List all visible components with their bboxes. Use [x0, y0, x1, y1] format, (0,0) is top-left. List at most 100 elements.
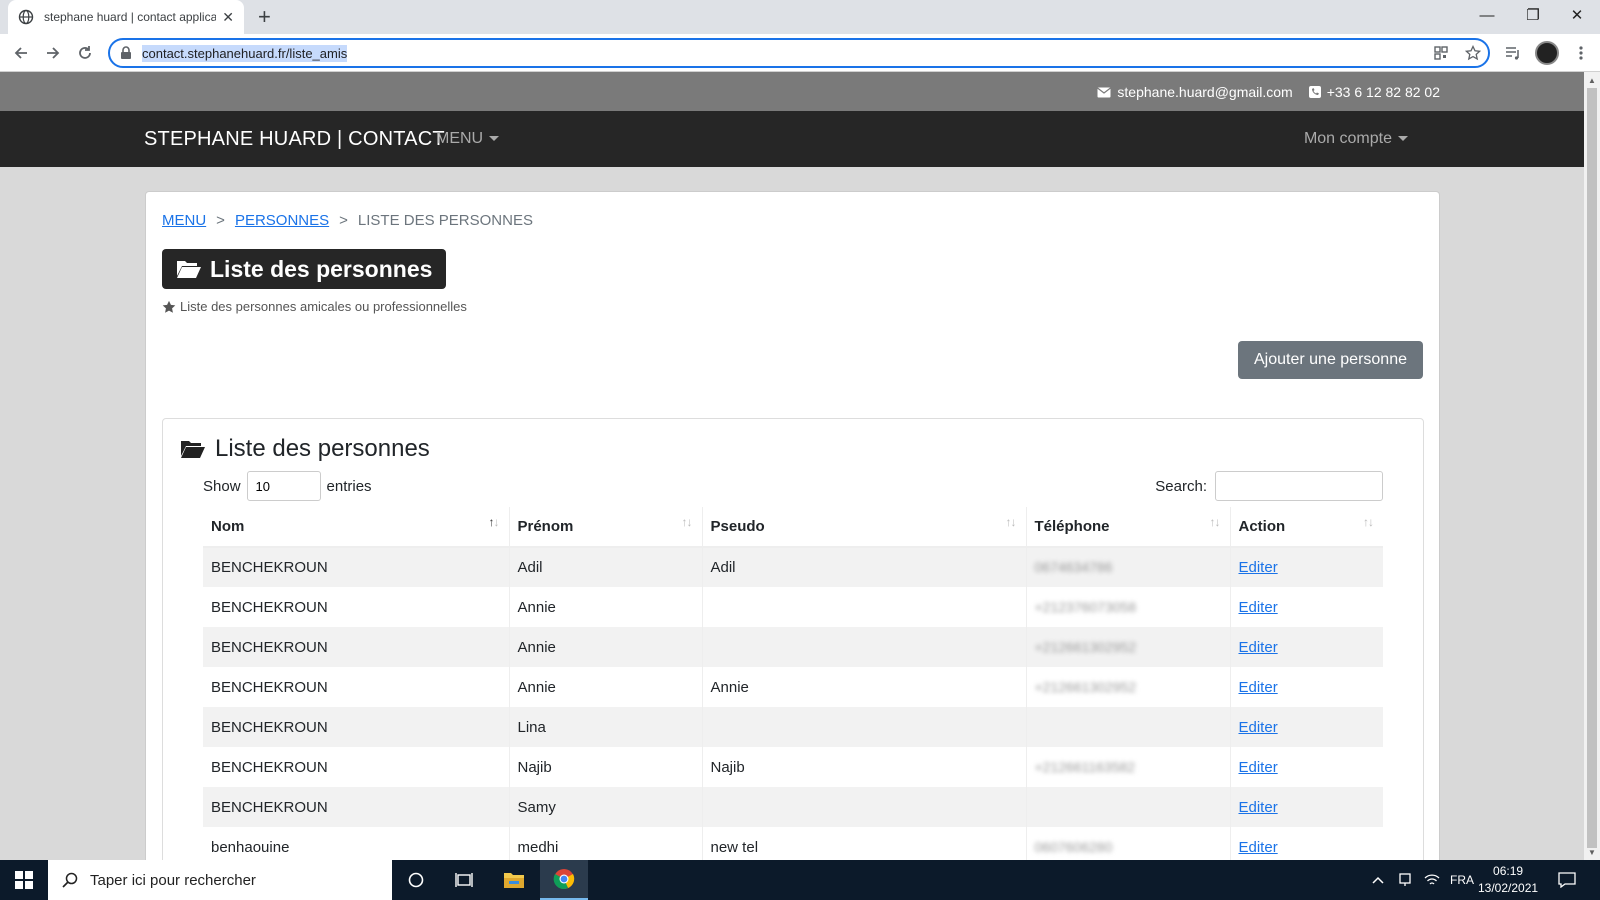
scrollbar-thumb[interactable] — [1587, 88, 1597, 848]
scroll-down-icon[interactable]: ▼ — [1588, 848, 1596, 857]
tab-close-icon[interactable]: ✕ — [222, 9, 234, 26]
column-header-action[interactable]: Action ↑↓ — [1229, 507, 1383, 548]
add-person-button[interactable]: Ajouter une personne — [1238, 341, 1423, 379]
persons-table: Nom ↑↓ Prénom ↑↓ Pseudo ↑↓ Téléphone ↑↓ Acti… — [203, 507, 1383, 860]
browser-tab-bar: stephane huard | contact application ✕ +… — [0, 0, 1600, 34]
table-row: BENCHEKROUN Adil Adil 0674634786 Editer — [203, 547, 1383, 587]
clock-date: 13/02/2021 — [1478, 881, 1539, 895]
edit-link[interactable]: Editer — [1239, 839, 1278, 856]
url-text[interactable]: contact.stephanehuard.fr/liste_amis — [142, 44, 348, 62]
breadcrumb-link-personnes[interactable]: PERSONNES — [235, 212, 329, 229]
cell-prenom: Lina — [508, 707, 702, 747]
profile-avatar[interactable] — [1535, 41, 1559, 65]
breadcrumb-link-menu[interactable]: MENU — [162, 212, 206, 229]
search-label: Search: — [1155, 477, 1207, 495]
sort-icon: ↑↓ — [1209, 515, 1221, 529]
scroll-up-icon[interactable]: ▲ — [1588, 76, 1596, 85]
bookmark-star-icon[interactable] — [1462, 42, 1484, 64]
envelope-icon — [1097, 87, 1112, 97]
folder-open-icon — [177, 261, 201, 278]
main-card: MENU > PERSONNES > LISTE DES PERSONNES L… — [145, 191, 1440, 860]
cell-prenom: Samy — [508, 787, 702, 827]
column-header-label: Pseudo — [710, 518, 765, 535]
edit-link[interactable]: Editer — [1239, 719, 1278, 736]
new-tab-button[interactable]: + — [258, 5, 271, 29]
cortana-icon[interactable] — [392, 860, 440, 900]
site-brand[interactable]: STEPHANE HUARD | CONTACT — [144, 128, 445, 151]
cell-nom: benhaouine — [211, 838, 290, 856]
cell-telephone: +212376073058 — [1034, 598, 1137, 615]
edit-link[interactable]: Editer — [1239, 559, 1278, 576]
cell-telephone: 0674634786 — [1034, 559, 1113, 575]
reading-list-icon[interactable] — [1502, 42, 1524, 64]
cell-prenom: Annie — [508, 627, 702, 667]
star-icon — [162, 300, 176, 313]
browser-toolbar: contact.stephanehuard.fr/liste_amis — [0, 34, 1600, 72]
column-header-prenom[interactable]: Prénom ↑↓ — [508, 507, 702, 548]
cell-telephone: +212661302952 — [1034, 638, 1137, 655]
taskbar-clock[interactable]: 06:19 13/02/2021 — [1478, 863, 1538, 897]
sort-icon: ↑↓ — [488, 515, 500, 529]
cell-prenom: Adil — [508, 547, 702, 587]
table-row: BENCHEKROUN Lina Editer — [203, 707, 1383, 747]
notifications-icon[interactable] — [1558, 860, 1576, 900]
restore-button[interactable]: ❐ — [1510, 0, 1556, 30]
page-title-text: Liste des personnes — [210, 255, 433, 282]
more-options-icon[interactable] — [1570, 42, 1592, 64]
entries-select[interactable] — [246, 471, 321, 501]
cell-nom: BENCHEKROUN — [203, 547, 509, 587]
column-header-nom[interactable]: Nom ↑↓ — [203, 507, 509, 548]
page-scrollbar[interactable]: ▲ ▼ — [1584, 72, 1600, 860]
reload-icon[interactable] — [74, 42, 96, 64]
edit-link[interactable]: Editer — [1239, 599, 1278, 616]
forward-icon[interactable] — [42, 42, 64, 64]
qr-code-icon[interactable] — [1430, 42, 1452, 64]
menu-dropdown[interactable]: MENU — [436, 130, 500, 148]
column-header-telephone[interactable]: Téléphone ↑↓ — [1025, 507, 1230, 548]
cell-nom: BENCHEKROUN — [211, 678, 328, 696]
clock-time: 06:19 — [1493, 864, 1524, 878]
search-icon — [62, 872, 78, 888]
cell-telephone: 0607606280 — [1034, 838, 1113, 855]
caret-down-icon — [1398, 136, 1408, 142]
page-subtitle: Liste des personnes amicales ou professi… — [162, 299, 467, 314]
cell-prenom: Annie — [508, 587, 702, 627]
taskbar-search-placeholder: Taper ici pour rechercher — [90, 871, 256, 889]
browser-tab[interactable]: stephane huard | contact application ✕ — [8, 0, 244, 34]
close-window-button[interactable]: ✕ — [1554, 0, 1600, 30]
column-header-pseudo[interactable]: Pseudo ↑↓ — [701, 507, 1026, 548]
column-header-label: Prénom — [517, 518, 574, 535]
cell-pseudo — [701, 587, 1026, 627]
edit-link[interactable]: Editer — [1239, 759, 1278, 776]
account-dropdown[interactable]: Mon compte — [1304, 130, 1408, 148]
search-input[interactable] — [1215, 471, 1383, 501]
edit-link[interactable]: Editer — [1239, 799, 1278, 816]
chrome-taskbar-icon[interactable] — [540, 860, 588, 900]
account-dropdown-label: Mon compte — [1303, 130, 1392, 147]
network-drive-icon[interactable] — [1398, 860, 1412, 900]
entries-length-control: Show entries — [203, 471, 372, 501]
wifi-icon[interactable] — [1424, 860, 1440, 900]
globe-icon — [18, 9, 34, 25]
windows-start-icon[interactable] — [0, 860, 48, 900]
cell-pseudo: Annie — [701, 667, 1026, 707]
address-bar[interactable]: contact.stephanehuard.fr/liste_amis — [108, 38, 1490, 68]
minimize-button[interactable]: — — [1464, 0, 1510, 30]
taskbar-search[interactable]: Taper ici pour rechercher — [48, 860, 392, 900]
table-row: BENCHEKROUN Annie Annie +212661302952 Editer — [203, 667, 1383, 707]
back-icon[interactable] — [10, 42, 32, 64]
page-subtitle-text: Liste des personnes amicales ou professi… — [180, 299, 467, 314]
language-indicator[interactable]: FRA — [1450, 860, 1474, 900]
edit-link[interactable]: Editer — [1239, 639, 1278, 656]
table-row: benhaouine medhi new tel 0607606280 Editer — [203, 827, 1383, 860]
cell-pseudo: Adil — [701, 547, 1026, 587]
breadcrumb-separator: > — [216, 212, 225, 229]
cell-nom: BENCHEKROUN — [203, 787, 509, 827]
cell-pseudo: Najib — [701, 747, 1026, 787]
cell-pseudo — [701, 707, 1026, 747]
task-view-icon[interactable] — [440, 860, 488, 900]
edit-link[interactable]: Editer — [1239, 679, 1278, 696]
breadcrumb-separator: > — [339, 212, 348, 229]
tray-chevron-icon[interactable] — [1372, 860, 1384, 900]
file-explorer-icon[interactable] — [490, 860, 538, 900]
